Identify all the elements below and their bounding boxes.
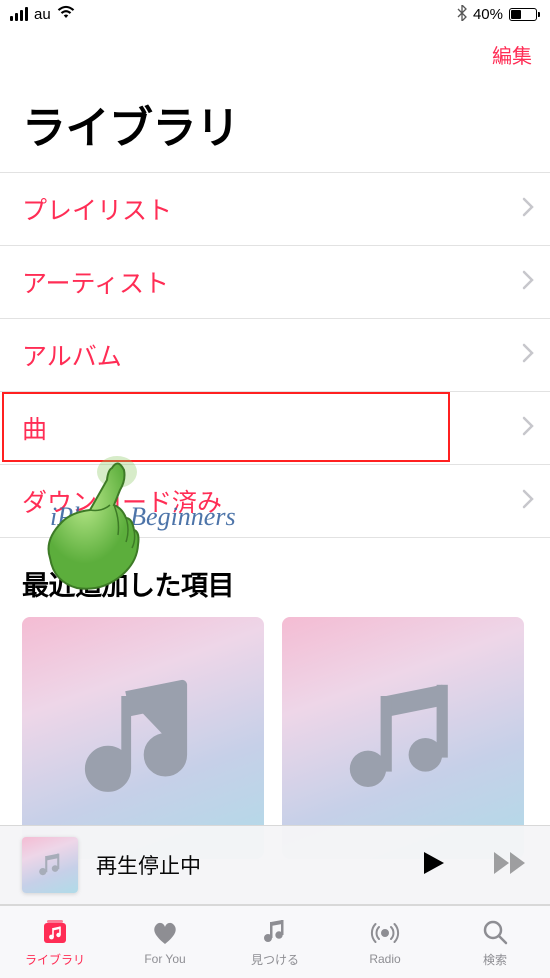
forward-button[interactable] [492,850,528,881]
now-playing-artwork [22,837,78,893]
signal-icon [10,7,28,21]
play-button[interactable] [420,850,446,881]
tab-library[interactable]: ライブラリ [0,906,110,978]
row-label: アルバム [22,337,122,373]
now-playing-bar[interactable]: 再生停止中 [0,825,550,905]
recently-added-grid [0,617,550,859]
row-label: ダウンロード済み [22,483,222,519]
row-songs[interactable]: 曲 [0,392,550,465]
row-playlists[interactable]: プレイリスト [0,172,550,246]
tab-label: 検索 [483,951,507,968]
row-label: 曲 [22,410,47,446]
tab-label: ライブラリ [25,951,85,968]
tab-label: 見つける [251,951,299,968]
bluetooth-icon [457,5,467,24]
page-title: ライブラリ [0,80,550,168]
album-item[interactable] [282,617,524,859]
tab-browse[interactable]: 見つける [220,906,330,978]
tab-for-you[interactable]: For You [110,906,220,978]
battery-icon [509,8,540,21]
status-bar: au 40% [0,0,550,28]
row-albums[interactable]: アルバム [0,319,550,392]
now-playing-status: 再生停止中 [96,850,402,880]
chevron-right-icon [522,270,534,295]
tab-label: For You [144,952,185,966]
edit-button[interactable]: 編集 [492,40,532,69]
nav-bar: 編集 [0,28,550,80]
tab-label: Radio [369,952,400,966]
battery-percent: 40% [473,6,503,23]
library-list: プレイリスト アーティスト アルバム 曲 ダウンロード済み [0,172,550,538]
tab-radio[interactable]: Radio [330,906,440,978]
chevron-right-icon [522,343,534,368]
chevron-right-icon [522,416,534,441]
row-label: プレイリスト [22,191,172,227]
tab-bar: ライブラリ For You 見つける Radio 検索 [0,905,550,978]
row-artists[interactable]: アーティスト [0,246,550,319]
tab-search[interactable]: 検索 [440,906,550,978]
row-downloaded[interactable]: ダウンロード済み [0,465,550,538]
chevron-right-icon [522,489,534,514]
album-item[interactable] [22,617,264,859]
wifi-icon [57,5,75,23]
carrier-label: au [34,6,51,23]
recently-added-title: 最近追加した項目 [0,538,550,617]
row-label: アーティスト [22,264,169,300]
chevron-right-icon [522,197,534,222]
